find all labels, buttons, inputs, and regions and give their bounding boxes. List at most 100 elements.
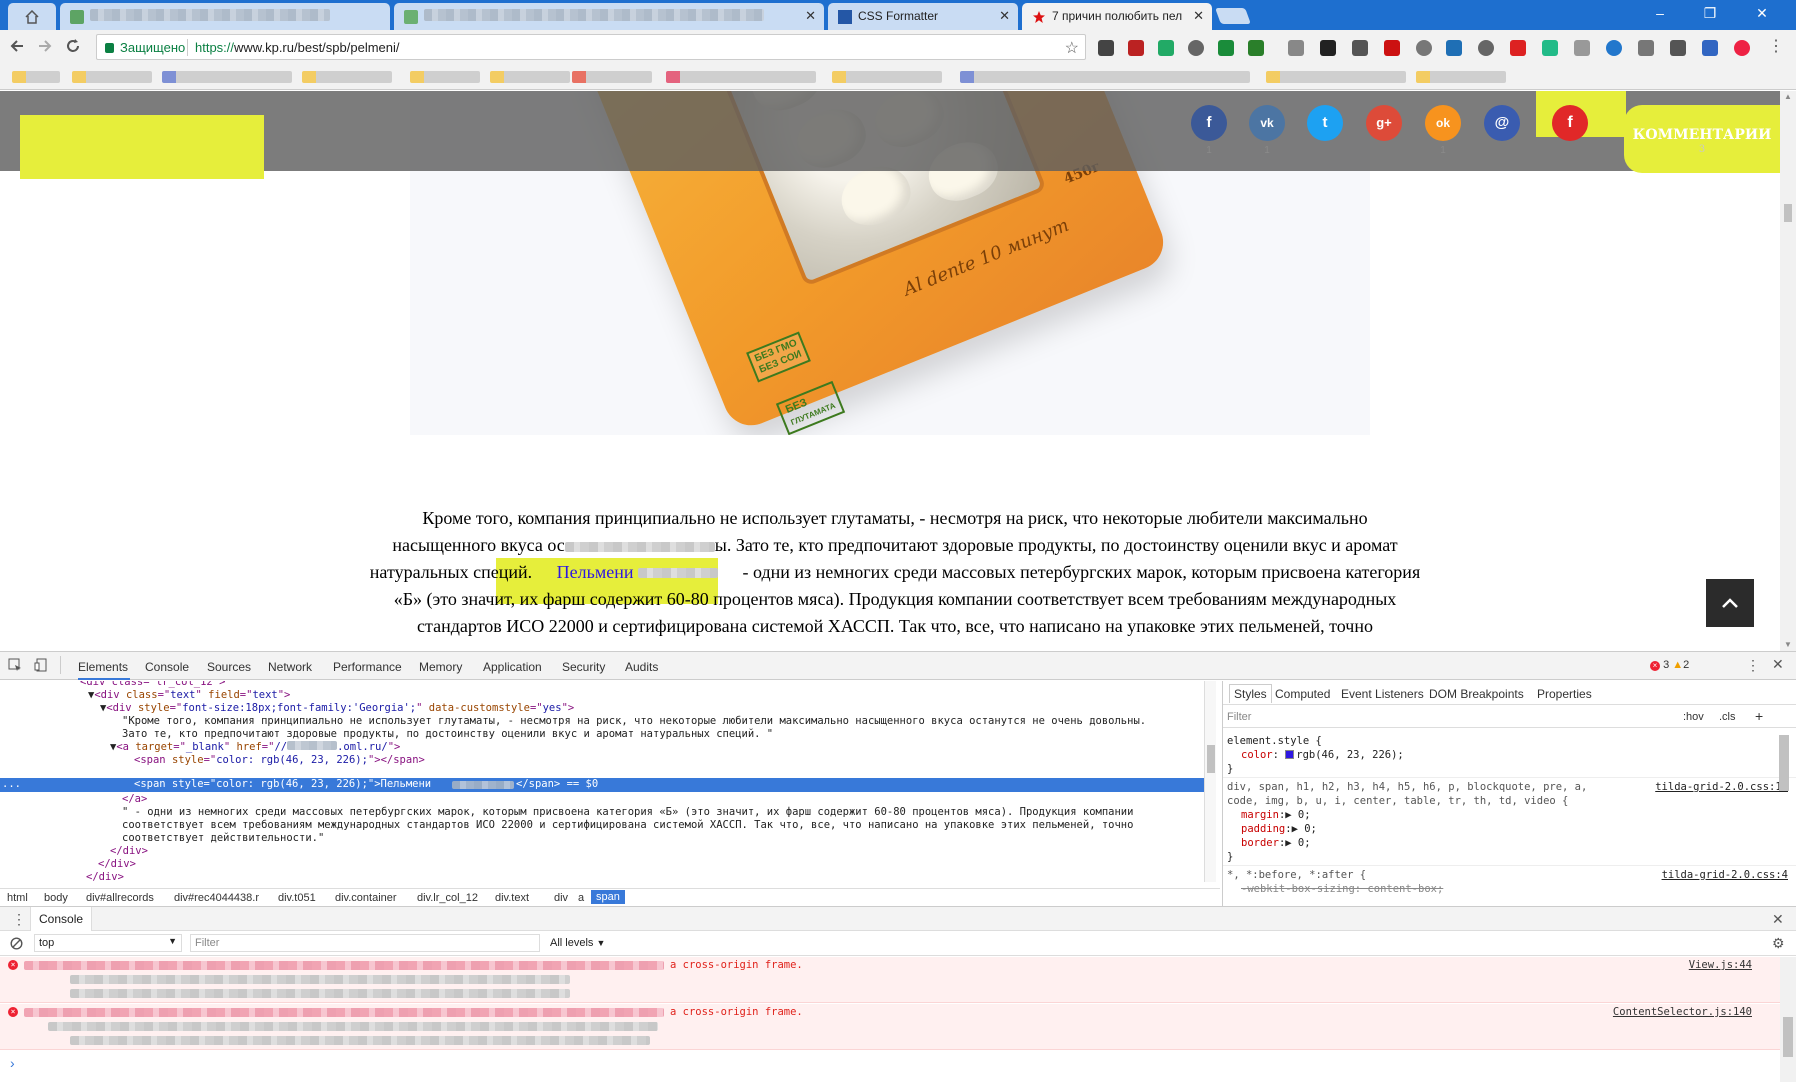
twitter-icon[interactable]: t <box>1307 105 1343 141</box>
scroll-up-arrow-icon[interactable]: ▲ <box>1784 93 1792 101</box>
extension-glasses-icon[interactable] <box>1320 40 1336 56</box>
bookmark-item[interactable] <box>666 71 816 83</box>
breadcrumb-item[interactable]: div <box>554 892 568 904</box>
dom-line[interactable]: </div> <box>86 871 124 882</box>
bookmark-item[interactable] <box>1266 71 1406 83</box>
breadcrumb-item[interactable]: div#allrecords <box>86 892 154 904</box>
breadcrumb-item[interactable]: div#rec4044438.r <box>174 892 259 904</box>
style-declaration[interactable]: margin:▶ 0; <box>1241 809 1311 821</box>
pelmeni-link[interactable]: Пельмени <box>557 562 718 582</box>
close-tab-icon[interactable]: ✕ <box>1193 8 1204 24</box>
bookmark-item[interactable] <box>72 71 152 83</box>
message-source-link[interactable]: ContentSelector.js:140 <box>1613 1006 1752 1018</box>
breadcrumb-item[interactable]: html <box>7 892 28 904</box>
dom-line[interactable]: </div> <box>98 858 136 871</box>
maximize-button[interactable]: ❐ <box>1690 2 1730 24</box>
bookmark-item[interactable] <box>960 71 1250 83</box>
stylesheet-link[interactable]: tilda-grid-2.0.css:4 <box>1662 869 1788 881</box>
bookmark-item[interactable] <box>302 71 392 83</box>
dom-line[interactable]: </a> <box>122 793 147 806</box>
close-window-button[interactable]: ✕ <box>1742 2 1782 24</box>
bookmark-item[interactable] <box>410 71 480 83</box>
context-selector[interactable]: top ▼ <box>34 934 182 952</box>
extension-green-icon[interactable] <box>1218 40 1234 56</box>
moimir-icon[interactable]: @ <box>1484 105 1520 141</box>
dom-line[interactable]: <span style="color: rgb(46, 23, 226);"><… <box>134 754 425 767</box>
facebook-icon[interactable]: f <box>1191 105 1227 141</box>
extension-shield-icon[interactable] <box>1128 40 1144 56</box>
clear-console-icon[interactable] <box>10 937 23 953</box>
extension-record-icon[interactable] <box>1510 40 1526 56</box>
extension-pen-icon[interactable] <box>1670 40 1686 56</box>
menu-kebab-icon[interactable]: ⋮ <box>1768 36 1784 56</box>
scrollbar-thumb[interactable] <box>1783 1017 1793 1057</box>
scroll-to-top-button[interactable] <box>1706 579 1754 627</box>
drawer-menu-icon[interactable]: ⋮ <box>12 911 26 928</box>
bookmark-star-icon[interactable]: ☆ <box>1065 38 1079 58</box>
dom-line[interactable]: ▼<div style="font-size:18px;font-family:… <box>100 702 574 715</box>
tab-security[interactable]: Security <box>562 660 605 674</box>
extension-gear-icon[interactable] <box>1188 40 1204 56</box>
tab-computed[interactable]: Computed <box>1275 687 1330 701</box>
stylesheet-link[interactable]: tilda-grid-2.0.css:10 <box>1655 781 1788 793</box>
tab-application[interactable]: Application <box>483 660 542 674</box>
tab-audits[interactable]: Audits <box>625 660 658 674</box>
tab-elements[interactable]: Elements <box>78 660 128 674</box>
extension-circle-icon[interactable] <box>1416 40 1432 56</box>
tab-blurred-2[interactable]: ✕ <box>394 3 824 30</box>
bookmark-item[interactable] <box>490 71 570 83</box>
tab-memory[interactable]: Memory <box>419 660 462 674</box>
google-plus-icon[interactable]: g+ <box>1366 105 1402 141</box>
extension-blue-icon[interactable] <box>1446 40 1462 56</box>
dom-line[interactable]: ▼<a target="_blank" href="//.oml.ru/"> <box>110 741 400 754</box>
drawer-tab-console[interactable]: Console <box>30 907 93 931</box>
style-rule-selector[interactable]: *, *:before, *:after { <box>1227 869 1366 881</box>
breadcrumb-item[interactable]: a <box>578 892 584 904</box>
selected-dom-node[interactable]: ... <span style="color: rgb(46, 23, 226)… <box>0 778 1204 792</box>
overridden-declaration[interactable]: -webkit-box-sizing: content-box; <box>1241 883 1443 895</box>
dom-text-node[interactable]: "Кроме того, компания принципиально не и… <box>122 715 1146 728</box>
console-settings-gear-icon[interactable]: ⚙ <box>1772 935 1785 952</box>
close-devtools-icon[interactable]: ✕ <box>1772 656 1784 673</box>
node-dots[interactable]: ... <box>2 778 21 791</box>
flipboard-icon[interactable]: f <box>1552 105 1588 141</box>
tab-event-listeners[interactable]: Event Listeners <box>1341 687 1424 701</box>
reload-button[interactable] <box>62 37 84 59</box>
extension-robot-icon[interactable] <box>1352 40 1368 56</box>
tab-css-formatter[interactable]: CSS Formatter ✕ <box>828 3 1018 30</box>
scroll-down-arrow-icon[interactable]: ▼ <box>1784 641 1792 649</box>
style-declaration[interactable]: color: rgb(46, 23, 226); <box>1241 749 1404 761</box>
extension-red-icon[interactable] <box>1384 40 1400 56</box>
odnoklassniki-icon[interactable]: ok <box>1425 105 1461 141</box>
dom-tree-scrollbar[interactable] <box>1204 681 1216 882</box>
breadcrumb-item[interactable]: body <box>44 892 68 904</box>
bookmark-item[interactable] <box>162 71 292 83</box>
extension-home-icon[interactable] <box>1542 40 1558 56</box>
error-warning-counter[interactable]: × 3 ▲2 <box>1650 659 1689 671</box>
dom-line[interactable]: ▼<div class="text" field="text"> <box>88 689 290 702</box>
extension-power-icon[interactable] <box>1734 40 1750 56</box>
page-scrollbar[interactable]: ▲ ▼ <box>1780 91 1796 651</box>
color-swatch[interactable] <box>1285 750 1295 759</box>
style-declaration[interactable]: border:▶ 0; <box>1241 837 1311 849</box>
style-declaration[interactable]: padding:▶ 0; <box>1241 823 1317 835</box>
bookmark-item[interactable] <box>572 71 652 83</box>
message-source-link[interactable]: View.js:44 <box>1689 959 1752 971</box>
log-levels-dropdown[interactable]: All levels ▼ <box>550 937 605 949</box>
devtools-menu-icon[interactable]: ⋮ <box>1746 657 1760 674</box>
tab-network[interactable]: Network <box>268 660 312 674</box>
hov-toggle[interactable]: :hov <box>1683 711 1704 723</box>
extension-mail-icon[interactable] <box>1098 40 1114 56</box>
dom-line[interactable]: </div> <box>110 845 148 858</box>
close-drawer-icon[interactable]: ✕ <box>1772 911 1784 928</box>
vk-icon[interactable]: vk <box>1249 105 1285 141</box>
url-text[interactable]: https://www.kp.ru/best/spb/pelmeni/ <box>195 40 400 55</box>
extension-check-icon[interactable] <box>1606 40 1622 56</box>
minimize-button[interactable]: – <box>1640 2 1680 24</box>
console-error-message[interactable]: × a cross-origin frame. ContentSelector.… <box>0 1004 1780 1050</box>
bookmark-item[interactable] <box>1416 71 1506 83</box>
breadcrumb-item[interactable]: div.text <box>495 892 529 904</box>
extension-arrow-icon[interactable] <box>1574 40 1590 56</box>
tab-console[interactable]: Console <box>145 660 189 674</box>
cls-toggle[interactable]: .cls <box>1719 711 1736 723</box>
